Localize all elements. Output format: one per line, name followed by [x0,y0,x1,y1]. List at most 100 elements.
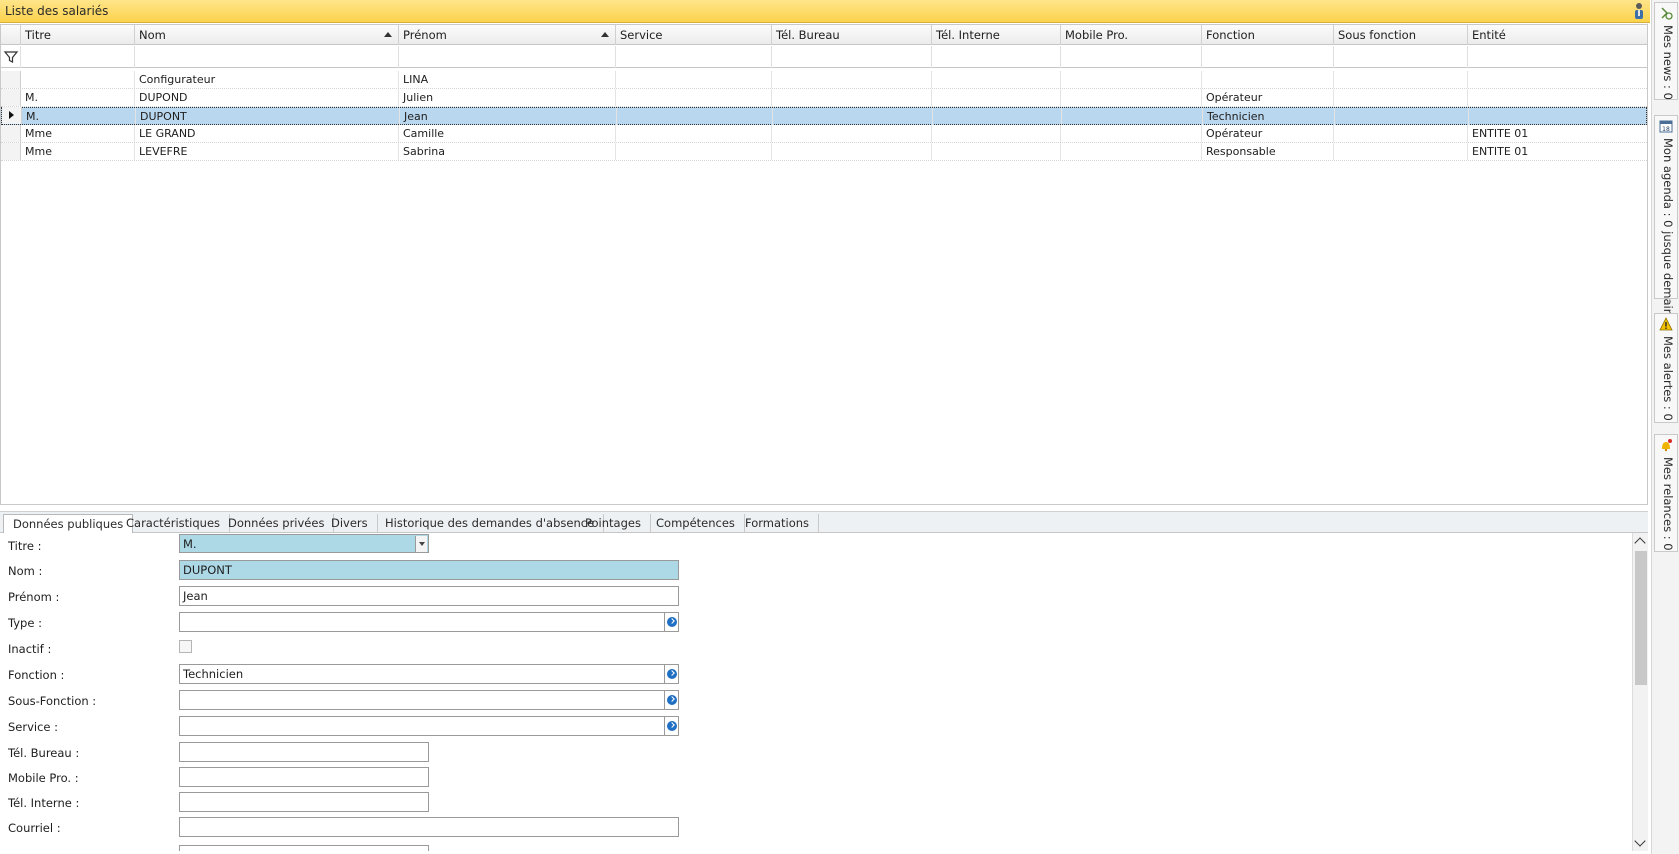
tab-donnees-privees[interactable]: Données privées [219,514,335,534]
cell-mobile[interactable] [1062,108,1203,125]
cell-nom[interactable]: LEVEFRE [135,143,399,160]
cell-tel-bureau[interactable] [772,143,932,160]
column-header-nom[interactable]: Nom [135,25,399,45]
fonction-picker-button[interactable] [665,664,679,684]
table-row[interactable]: Configurateur LINA [1,71,1647,89]
cell-fonction[interactable]: Technicien [1203,108,1335,125]
user-icon[interactable] [1632,2,1646,20]
cell-tel-interne[interactable] [932,125,1061,142]
cell-entite[interactable] [1468,89,1647,106]
cell-titre[interactable] [21,71,135,88]
cell-mobile[interactable] [1061,89,1202,106]
cell-sous-fonction[interactable] [1334,89,1468,106]
fonction-field[interactable]: Technicien [179,664,665,684]
inactif-checkbox[interactable] [179,640,192,653]
cell-tel-interne[interactable] [932,89,1061,106]
courriel-field[interactable] [179,817,679,837]
column-header-titre[interactable]: Titre [21,25,135,45]
cell-titre[interactable]: M. [21,89,135,106]
tab-competences[interactable]: Compétences [647,514,745,534]
tab-divers[interactable]: Divers [322,514,378,534]
chevron-down-icon[interactable] [415,536,427,552]
cell-prenom[interactable]: Julien [399,89,616,106]
row-indicator[interactable] [1,71,21,88]
sous-fonction-picker-button[interactable] [665,690,679,710]
cell-sous-fonction[interactable] [1335,108,1469,125]
cell-tel-interne[interactable] [932,71,1061,88]
cell-nom[interactable]: DUPOND [135,89,399,106]
filter-cell[interactable] [932,46,1061,68]
cell-prenom[interactable]: Sabrina [399,143,616,160]
row-indicator[interactable] [1,89,21,106]
cell-entite[interactable]: ENTITE 01 [1468,143,1647,160]
cell-service[interactable] [616,125,772,142]
cell-entite[interactable]: ENTITE 01 [1468,125,1647,142]
cell-sous-fonction[interactable] [1334,71,1468,88]
type-field[interactable] [179,612,665,632]
filter-button[interactable] [1,46,21,68]
cell-service[interactable] [616,143,772,160]
side-tab-relances[interactable]: Mes relances : 0 [1654,434,1678,552]
column-header-mobile[interactable]: Mobile Pro. [1061,25,1202,45]
cell-fonction[interactable]: Opérateur [1202,89,1334,106]
tab-pointages[interactable]: Pointages [576,514,651,534]
cell-prenom[interactable]: LINA [399,71,616,88]
scroll-thumb[interactable] [1635,551,1647,685]
cell-titre[interactable]: M. [22,108,136,125]
cell-titre[interactable]: Mme [21,143,135,160]
scroll-up-icon[interactable] [1634,537,1646,549]
column-header-tel-bureau[interactable]: Tél. Bureau [772,25,932,45]
tab-donnees-publiques[interactable]: Données publiques [3,514,134,535]
cell-tel-bureau[interactable] [773,108,933,125]
cell-fonction[interactable] [1202,71,1334,88]
mobile-field[interactable] [179,767,429,787]
scroll-down-icon[interactable] [1634,835,1646,847]
cell-tel-interne[interactable] [933,108,1062,125]
cell-mobile[interactable] [1061,143,1202,160]
filter-cell[interactable] [399,46,616,68]
prenom-field[interactable]: Jean [179,586,679,606]
service-field[interactable] [179,716,665,736]
cell-entite[interactable] [1469,108,1646,125]
cell-sous-fonction[interactable] [1334,143,1468,160]
filter-cell[interactable] [1468,46,1647,68]
row-indicator[interactable] [1,143,21,160]
cell-tel-bureau[interactable] [772,71,932,88]
column-header-tel-interne[interactable]: Tél. Interne [932,25,1061,45]
next-field-partial[interactable] [179,845,429,851]
cell-nom[interactable]: LE GRAND [135,125,399,142]
cell-nom[interactable]: Configurateur [135,71,399,88]
cell-service[interactable] [617,108,773,125]
cell-tel-bureau[interactable] [772,89,932,106]
type-picker-button[interactable] [665,612,679,632]
column-header-entite[interactable]: Entité [1468,25,1647,45]
tab-formations[interactable]: Formations [736,514,820,534]
cell-prenom[interactable]: Jean [400,108,617,125]
table-row-selected[interactable]: M. DUPONT Jean Technicien [1,107,1647,125]
titre-select[interactable]: M. [179,534,429,553]
form-scrollbar[interactable] [1632,533,1648,851]
column-header-fonction[interactable]: Fonction [1202,25,1334,45]
row-indicator[interactable] [2,107,22,124]
sous-fonction-field[interactable] [179,690,665,710]
filter-cell[interactable] [21,46,135,68]
table-row[interactable]: M. DUPOND Julien Opérateur [1,89,1647,107]
cell-fonction[interactable]: Responsable [1202,143,1334,160]
cell-fonction[interactable]: Opérateur [1202,125,1334,142]
cell-mobile[interactable] [1061,71,1202,88]
cell-tel-bureau[interactable] [772,125,932,142]
cell-titre[interactable]: Mme [21,125,135,142]
side-tab-news[interactable]: Mes news : 0 [1654,2,1678,100]
cell-entite[interactable] [1468,71,1647,88]
filter-cell[interactable] [1334,46,1468,68]
filter-cell[interactable] [1202,46,1334,68]
service-picker-button[interactable] [665,716,679,736]
cell-sous-fonction[interactable] [1334,125,1468,142]
column-header-sous-fonction[interactable]: Sous fonction [1334,25,1468,45]
filter-cell[interactable] [1061,46,1202,68]
table-row[interactable]: Mme LE GRAND Camille Opérateur ENTITE 01 [1,125,1647,143]
row-indicator[interactable] [1,125,21,142]
filter-cell[interactable] [772,46,932,68]
tab-historique-absences[interactable]: Historique des demandes d'absence [376,514,605,534]
column-header-service[interactable]: Service [616,25,772,45]
